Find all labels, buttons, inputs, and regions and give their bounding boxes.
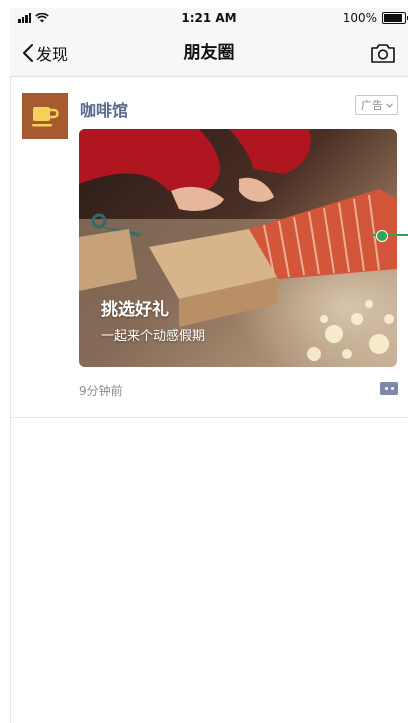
- camera-icon[interactable]: [370, 41, 396, 65]
- battery-group: 100%: [342, 11, 408, 25]
- status-bar: 1:21 AM 100%: [10, 8, 408, 30]
- post-time: 9分钟前: [79, 384, 123, 398]
- battery-icon: [382, 12, 408, 24]
- author-name[interactable]: 咖啡馆: [80, 97, 128, 121]
- page-title: 朋友圈: [183, 43, 235, 63]
- ad-subtitle: 一起来个动感假期: [101, 329, 206, 344]
- coffee-cup-icon: [32, 107, 59, 127]
- avatar[interactable]: [22, 93, 68, 139]
- comment-more-button[interactable]: [380, 382, 398, 395]
- ad-title: 挑选好礼: [101, 300, 169, 320]
- moment-post: 咖啡馆 广告 挑选好礼 一起来个动感假期 9分钟前: [10, 77, 408, 418]
- chevron-down-icon: [386, 102, 393, 108]
- nav-bar: 发现 朋友圈: [10, 30, 408, 77]
- ad-label: 广告: [361, 99, 383, 112]
- ad-label-dropdown[interactable]: 广告: [355, 95, 398, 115]
- battery-percent: 100%: [342, 11, 377, 25]
- ad-image[interactable]: 挑选好礼 一起来个动感假期: [79, 129, 397, 367]
- annotation-dot: [376, 230, 388, 242]
